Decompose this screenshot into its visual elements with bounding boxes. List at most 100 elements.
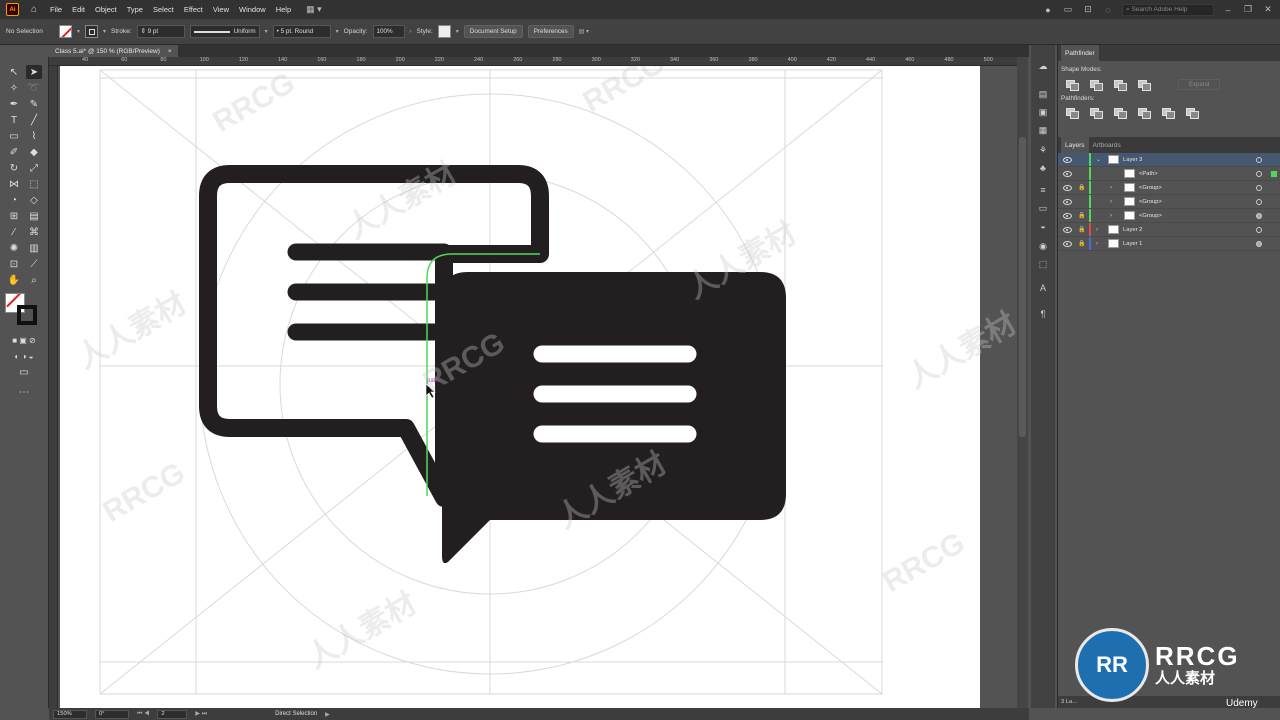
layer-row[interactable]: 🔒 › Layer 1 [1058,237,1280,251]
exclude-icon[interactable] [1138,79,1151,91]
visibility-eye-icon[interactable] [1063,156,1072,163]
image-trace-icon[interactable]: ▣ [1036,107,1050,119]
first-artboard-icon[interactable]: ⏮ ◀ [137,711,149,718]
eraser-icon[interactable]: ◆ [26,145,42,159]
chevron-right-icon[interactable]: › [1110,185,1112,191]
lock-icon[interactable]: 🔒 [1078,212,1085,219]
chevron-down-icon[interactable]: ⌄ [1096,156,1101,163]
zoom-field[interactable]: 150% [53,709,87,719]
artboard-number-field[interactable]: 2 [157,709,188,719]
target-circle-icon[interactable] [1256,156,1262,163]
arrange-icon[interactable]: ▤ ▾ [579,28,589,35]
artboard-tool-icon[interactable]: ⊡ [6,257,22,271]
sublayer-row[interactable]: 🔒 › <Group> [1058,209,1280,223]
opacity-field[interactable]: 100% [372,25,405,38]
sublayer-row[interactable]: › <Group> [1058,195,1280,209]
shape-builder-icon[interactable]: ◔ [6,193,22,207]
right-chat-bubble[interactable] [442,272,786,564]
layer-name[interactable]: <Path> [1139,171,1158,177]
menu-help[interactable]: Help [271,0,296,19]
vertical-ruler[interactable] [49,66,58,708]
character-icon[interactable]: A [1036,283,1050,295]
perspective-grid-icon[interactable]: ◇ [26,193,42,207]
magic-wand-icon[interactable]: ✧ [6,81,22,95]
free-transform-icon[interactable]: ⬚ [26,177,42,191]
properties-icon[interactable]: ▤ [1036,89,1050,101]
status-menu-icon[interactable]: ▶ [325,711,330,718]
brushes-icon[interactable]: ⚘ [1036,145,1050,157]
tab-pathfinder[interactable]: Pathfinder [1061,45,1099,61]
arrange-docs-icon[interactable]: ▭ [1062,4,1074,15]
vertical-scrollbar[interactable] [1017,57,1028,708]
fill-stroke-widget[interactable] [5,293,41,327]
crop-icon[interactable] [1138,108,1151,119]
symbol-sprayer-icon[interactable]: ✺ [6,241,22,255]
opacity-label[interactable]: Opacity: [344,28,368,35]
direct-selection-tool-icon[interactable]: ➤ [26,65,42,79]
draw-mode-icons[interactable]: ◐ ◑ ◒ [4,349,44,363]
visibility-eye-icon[interactable] [1063,212,1072,219]
graph-tool-icon[interactable]: ▥ [26,241,42,255]
chevron-right-icon[interactable]: › [1096,227,1098,233]
target-circle-icon[interactable] [1256,212,1262,219]
visibility-eye-icon[interactable] [1063,170,1072,177]
gradient-panel-icon[interactable]: ▭ [1036,203,1050,215]
libraries-icon[interactable]: ☁ [1036,61,1050,73]
next-artboard-icon[interactable]: ▶ ⏭ [195,710,207,718]
target-circle-icon[interactable] [1256,240,1262,247]
appearance-icon[interactable]: ◉ [1036,241,1050,253]
menu-effect[interactable]: Effect [179,0,208,19]
selection-tool-icon[interactable]: ↖ [6,65,22,79]
rotate-tool-icon[interactable]: ↻ [6,161,22,175]
style-swatch[interactable] [437,25,451,38]
chevron-right-icon[interactable]: › [1110,199,1112,205]
expand-button[interactable]: Expand [1178,79,1221,90]
scale-tool-icon[interactable]: ⤢ [26,161,42,175]
stroke-label[interactable]: Stroke: [111,28,132,35]
selection-indicator[interactable] [1271,213,1277,219]
brush-dropdown-icon[interactable]: ▾ [336,28,339,35]
pen-tool-icon[interactable]: ✒ [6,97,22,111]
graphic-styles-icon[interactable]: ⬚ [1036,259,1050,271]
visibility-eye-icon[interactable] [1063,226,1072,233]
stepper-icon[interactable]: ⇕ [141,28,148,35]
canvas-area[interactable]: path RRCG 人人素材 RRCG 人人素材 RRCG 人人素材 RRCG … [58,66,1017,708]
menu-edit[interactable]: Edit [67,0,90,19]
workspace-switcher-icon[interactable]: ▦ ▾ [306,4,322,15]
paintbrush-icon[interactable]: ⌇ [26,129,42,143]
layer-name[interactable]: Layer 1 [1123,241,1142,247]
home-icon[interactable]: ⌂ [23,4,45,15]
intersect-icon[interactable] [1114,79,1127,91]
line-tool-icon[interactable]: ╱ [26,113,42,127]
layer-name[interactable]: Layer 3 [1123,157,1142,163]
chevron-right-icon[interactable]: › [1110,213,1112,219]
rotation-field[interactable]: 0° [95,709,129,719]
width-tool-icon[interactable]: ⋈ [6,177,22,191]
stroke-dropdown-icon[interactable]: ▾ [103,28,106,35]
selection-indicator[interactable] [1271,170,1277,177]
rectangle-tool-icon[interactable]: ▭ [6,129,22,143]
selection-indicator[interactable] [1271,157,1277,163]
blend-tool-icon[interactable]: ⌘ [26,225,42,239]
preferences-button[interactable]: Preferences [527,25,574,38]
help-search-input[interactable]: ⌕ Search Adobe Help [1122,3,1214,16]
lasso-icon[interactable]: ➰ [26,81,42,95]
shaper-tool-icon[interactable]: ✐ [6,145,22,159]
merge-icon[interactable] [1114,108,1127,119]
restore-icon[interactable]: ❐ [1242,4,1254,15]
tab-layers[interactable]: Layers [1061,137,1089,153]
layer-row[interactable]: 🔒 › Layer 2 [1058,223,1280,237]
menu-type[interactable]: Type [122,0,148,19]
style-dropdown-icon[interactable]: ▾ [456,28,459,35]
screen-mode-icon[interactable]: ▭ [16,365,32,379]
swatches-icon[interactable]: ▦ [1036,125,1050,137]
tab-artboards[interactable]: Artboards [1089,137,1125,153]
fill-swatch[interactable] [59,25,72,38]
account-icon[interactable]: ● [1042,5,1054,15]
layer-name[interactable]: Layer 2 [1123,227,1142,233]
hand-tool-icon[interactable]: ✋ [6,273,22,287]
trim-icon[interactable] [1090,108,1103,119]
target-circle-icon[interactable] [1256,226,1262,233]
outline-icon[interactable] [1162,108,1175,119]
visibility-eye-icon[interactable] [1063,240,1072,247]
